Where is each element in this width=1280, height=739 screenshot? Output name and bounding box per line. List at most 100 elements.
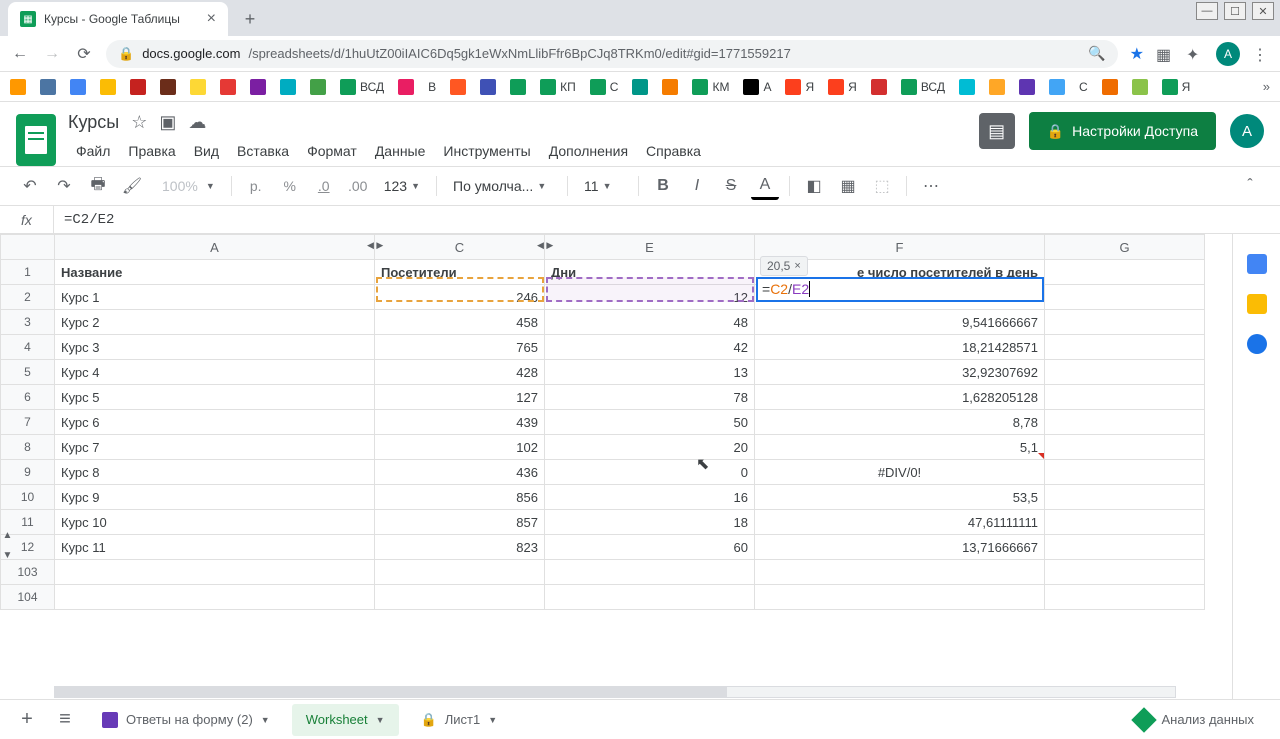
menu-insert[interactable]: Вставка [229,139,297,163]
bookmark-icon[interactable] [959,79,975,95]
bookmark-icon[interactable] [160,79,176,95]
maximize-button[interactable]: ☐ [1224,2,1246,20]
redo-button[interactable]: ↷ [50,172,78,200]
bookmark-icon[interactable] [10,79,26,95]
increase-decimal-button[interactable]: .00 [344,172,372,200]
formula-input[interactable]: =C2/E2 [54,212,1280,228]
bookmark-icon[interactable] [1049,79,1065,95]
account-avatar[interactable]: А [1230,114,1264,148]
document-title[interactable]: Курсы [68,112,119,133]
minimize-button[interactable]: — [1196,2,1218,20]
text-color-button[interactable]: A [751,172,779,200]
row-group-toggle[interactable]: ▲ [0,530,15,541]
zoom-select[interactable]: 100%▼ [152,173,221,199]
bookmark-item[interactable]: В [428,80,436,94]
bookmark-icon[interactable] [662,79,678,95]
menu-view[interactable]: Вид [186,139,227,163]
bookmark-icon[interactable] [398,79,414,95]
number-format-select[interactable]: 123▼ [378,173,426,199]
menu-data[interactable]: Данные [367,139,434,163]
menu-file[interactable]: Файл [68,139,118,163]
menu-tools[interactable]: Инструменты [435,139,538,163]
italic-button[interactable]: I [683,172,711,200]
bookmarks-overflow-icon[interactable]: » [1263,79,1270,94]
bookmark-item[interactable]: КМ [692,79,729,95]
menu-format[interactable]: Формат [299,139,365,163]
bookmark-item[interactable]: ВСД [901,79,945,95]
bookmark-icon[interactable] [40,79,56,95]
collapse-toolbar-button[interactable]: ˆ [1236,172,1264,200]
undo-button[interactable]: ↶ [16,172,44,200]
bookmark-item[interactable]: С [1079,80,1088,94]
close-button[interactable]: ✕ [1252,2,1274,20]
bookmark-item[interactable]: Я [828,79,857,95]
merge-button[interactable]: ⬚ [868,172,896,200]
strikethrough-button[interactable]: S [717,172,745,200]
bookmark-icon[interactable] [130,79,146,95]
bookmark-item[interactable]: Я [785,79,814,95]
menu-help[interactable]: Справка [638,139,709,163]
row-group-toggle[interactable]: ▼ [0,550,15,561]
bookmark-icon[interactable] [310,79,326,95]
move-folder-icon[interactable]: ▣ [159,112,176,133]
keep-icon[interactable] [1247,294,1267,314]
bookmark-icon[interactable] [480,79,496,95]
bookmark-item[interactable]: А [743,79,771,95]
bookmark-icon[interactable] [220,79,236,95]
bookmark-item[interactable]: С [590,79,619,95]
horizontal-scrollbar[interactable] [54,686,1176,698]
browser-tab[interactable]: ▦ Курсы - Google Таблицы × [8,2,228,36]
bookmark-icon[interactable] [450,79,466,95]
font-size-select[interactable]: 11▼ [578,173,628,199]
tab-close-icon[interactable]: × [207,10,216,28]
bookmark-item[interactable] [510,79,526,95]
search-engine-icon[interactable]: 🔍 [1088,45,1105,62]
sheets-logo-icon[interactable] [16,114,56,166]
back-button[interactable]: ← [10,44,30,64]
cloud-status-icon[interactable]: ☁ [188,112,206,133]
menu-addons[interactable]: Дополнения [541,139,636,163]
bookmark-icon[interactable] [1019,79,1035,95]
bookmark-icon[interactable] [1132,79,1148,95]
bookmark-icon[interactable] [1102,79,1118,95]
bookmark-icon[interactable] [280,79,296,95]
font-select[interactable]: По умолча...▼ [447,173,557,199]
bookmark-icon[interactable] [871,79,887,95]
bookmark-icon[interactable] [989,79,1005,95]
browser-menu-icon[interactable]: ⋮ [1252,45,1270,63]
bookmark-item[interactable]: ВСД [340,79,384,95]
comments-button[interactable]: ▤ [979,113,1015,149]
bookmark-star-icon[interactable]: ★ [1130,44,1144,64]
more-button[interactable]: ⋯ [917,172,945,200]
forward-button[interactable]: → [42,44,62,64]
star-icon[interactable]: ☆ [131,112,147,133]
close-hint-icon[interactable]: × [794,260,800,272]
bold-button[interactable]: B [649,172,677,200]
bookmark-icon[interactable] [632,79,648,95]
bookmark-icon[interactable] [70,79,86,95]
calendar-icon[interactable] [1247,254,1267,274]
bookmark-item[interactable]: Я [1162,79,1191,95]
column-group-toggle[interactable]: ◀ ▶ [367,240,383,251]
decrease-decimal-button[interactable]: .0 [310,172,338,200]
bookmark-icon[interactable] [190,79,206,95]
column-group-toggle[interactable]: ◀ ▶ [537,240,553,251]
print-button[interactable]: 🖶 [84,172,112,200]
borders-button[interactable]: ▦ [834,172,862,200]
bookmark-item[interactable]: КП [540,79,576,95]
percent-button[interactable]: % [276,172,304,200]
fill-color-button[interactable]: ◧ [800,172,828,200]
new-tab-button[interactable]: + [236,5,264,33]
reload-button[interactable]: ⟳ [74,44,94,64]
extensions-menu-icon[interactable]: ✦ [1186,45,1204,63]
profile-avatar[interactable]: А [1216,42,1240,66]
menu-edit[interactable]: Правка [120,139,183,163]
bookmark-icon[interactable] [100,79,116,95]
tasks-icon[interactable] [1247,334,1267,354]
paint-format-button[interactable]: 🖌 [118,172,146,200]
currency-button[interactable]: р. [242,172,270,200]
url-input[interactable]: 🔒 docs.google.com/spreadsheets/d/1huUtZ0… [106,40,1118,68]
spreadsheet-grid[interactable]: ACEFG1НазваниеПосетителиДние число посет… [0,234,1232,699]
extension-icon[interactable]: ▦ [1156,45,1174,63]
bookmark-icon[interactable] [250,79,266,95]
